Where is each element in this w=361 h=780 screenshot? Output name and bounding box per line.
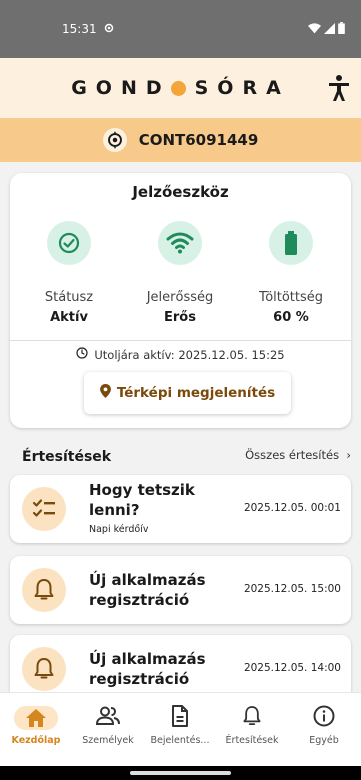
- device-tracker-icon: [102, 128, 127, 152]
- battery-icon: [338, 21, 345, 37]
- home-icon: [14, 706, 58, 730]
- nav-item-notifications[interactable]: Értesítések: [216, 705, 288, 746]
- nav-label: Értesítések: [225, 735, 279, 746]
- device-selector[interactable]: CONT6091449: [0, 118, 361, 162]
- bell-icon: [22, 568, 66, 612]
- metric-signal: Jelerősség Erős: [125, 221, 235, 325]
- system-status-bar: 15:31: [0, 0, 361, 58]
- bottom-navigation: Kezdőlap Személyek Bejelentés... Értesít…: [0, 692, 361, 766]
- clock-icon: [76, 347, 88, 362]
- brand-text-part2: SÓRA: [194, 77, 290, 99]
- home-gesture-handle[interactable]: [130, 771, 231, 775]
- checklist-icon: [22, 487, 66, 531]
- metric-value: Erős: [164, 310, 196, 325]
- nav-label: Bejelentés...: [150, 735, 210, 746]
- notification-item[interactable]: Új alkalmazás regisztráció 2025.12.05. 1…: [10, 556, 351, 624]
- notification-title: Új alkalmazás regisztráció: [89, 571, 206, 609]
- notification-date: 2025.12.05. 14:00: [243, 662, 341, 674]
- accessibility-icon[interactable]: [327, 74, 351, 102]
- notification-title: Hogy tetszik lenni?: [89, 481, 195, 519]
- card-divider: [10, 340, 351, 341]
- system-gesture-bar: [0, 766, 361, 780]
- all-notifications-label: Összes értesítés: [245, 448, 340, 462]
- metric-label: Státusz: [44, 290, 94, 305]
- notification-subtitle: Napi kérdőív: [89, 524, 149, 535]
- metric-label: Jelerősség: [146, 290, 214, 305]
- people-icon: [95, 706, 121, 731]
- device-id-label: CONT6091449: [138, 131, 259, 149]
- settings-gear-icon: [103, 22, 115, 37]
- check-circle-icon: [47, 221, 91, 265]
- metric-value: 60 %: [273, 310, 309, 325]
- metric-battery: Töltöttség 60 %: [236, 221, 346, 325]
- metric-status: Státusz Aktív: [14, 221, 124, 325]
- nav-label: Kezdőlap: [11, 735, 61, 746]
- notification-title: Új alkalmazás regisztráció: [89, 650, 206, 688]
- card-title: Jelzőeszköz: [132, 183, 229, 201]
- all-notifications-link[interactable]: Összes értesítés ›: [245, 448, 351, 462]
- nav-item-reports[interactable]: Bejelentés...: [144, 704, 216, 746]
- nav-item-home[interactable]: Kezdőlap: [0, 705, 72, 746]
- wifi-signal-icon: [158, 221, 202, 265]
- map-button-label: Térképi megjelenítés: [116, 385, 276, 401]
- last-active-row: Utoljára aktív: 2025.12.05. 15:25: [10, 347, 351, 362]
- brand-dot-icon: [170, 80, 186, 96]
- brand-text-part1: GOND: [71, 77, 171, 99]
- bell-icon: [243, 705, 261, 732]
- wifi-icon: [308, 22, 321, 37]
- device-status-card: Jelzőeszköz Státusz Aktív Jelerősség Erő…: [10, 173, 351, 428]
- metric-label: Töltöttség: [258, 290, 324, 305]
- notification-item[interactable]: Hogy tetszik lenni? Napi kérdőív 2025.12…: [10, 475, 351, 543]
- last-active-text: Utoljára aktív: 2025.12.05. 15:25: [94, 347, 285, 362]
- metric-value: Aktív: [50, 310, 88, 325]
- notification-date: 2025.12.05. 00:01: [243, 502, 341, 514]
- nav-label: Személyek: [82, 735, 134, 746]
- nav-label: Egyéb: [309, 735, 339, 746]
- location-pin-icon: [99, 384, 111, 402]
- battery-level-icon: [269, 221, 313, 265]
- nav-item-other[interactable]: Egyéb: [288, 705, 360, 746]
- nav-item-people[interactable]: Személyek: [72, 705, 144, 746]
- clock-text: 15:31: [62, 22, 97, 36]
- notifications-heading: Értesítések: [22, 449, 112, 465]
- notification-date: 2025.12.05. 15:00: [243, 583, 341, 595]
- cell-signal-icon: [324, 22, 335, 37]
- app-header: GOND SÓRA: [0, 58, 361, 118]
- bell-icon: [22, 647, 66, 691]
- document-icon: [171, 704, 189, 732]
- chevron-right-icon: ›: [342, 448, 351, 462]
- info-icon: [313, 705, 335, 732]
- map-view-button[interactable]: Térképi megjelenítés: [84, 372, 291, 414]
- brand-logo: GOND SÓRA: [71, 77, 290, 99]
